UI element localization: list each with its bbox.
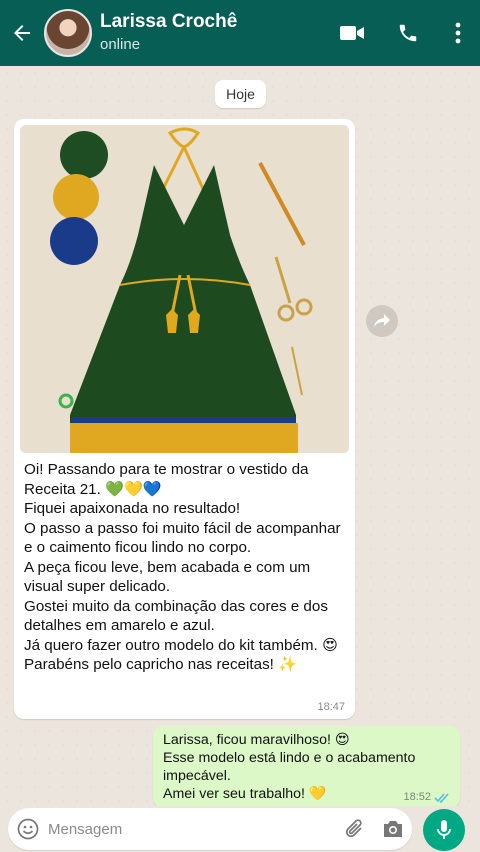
forward-button[interactable] [366, 305, 398, 337]
date-divider: Hoje [215, 80, 266, 108]
crochet-dress-photo[interactable] [20, 125, 349, 453]
camera-icon [384, 821, 402, 837]
mic-icon [437, 820, 451, 839]
attach-button[interactable] [336, 808, 374, 850]
voice-call-button[interactable] [380, 0, 436, 66]
incoming-message-text: Oi! Passando para te mostrar o vestido d… [24, 461, 341, 673]
back-button[interactable] [0, 0, 44, 66]
message-input-bar [0, 806, 480, 852]
contact-status: online [100, 36, 141, 53]
more-vert-icon [455, 22, 461, 44]
video-call-button[interactable] [324, 0, 380, 66]
forward-icon [374, 314, 390, 327]
message-input-container [8, 808, 412, 850]
outgoing-message[interactable]: Larissa, ficou maravilhoso! 😍 Esse model… [153, 726, 460, 808]
message-input[interactable] [48, 820, 336, 838]
outgoing-message-time: 18:52 [403, 791, 431, 803]
contact-info[interactable]: Larissa Crochê online [100, 11, 324, 55]
chat-area[interactable]: Hoje Oi! Passando para te mostrar o vest… [0, 66, 480, 808]
video-call-icon [340, 26, 364, 40]
camera-button[interactable] [374, 808, 412, 850]
contact-name: Larissa Crochê [100, 11, 238, 32]
back-arrow-icon [14, 25, 30, 41]
more-options-button[interactable] [436, 0, 480, 66]
incoming-message[interactable]: Oi! Passando para te mostrar o vestido d… [14, 119, 355, 719]
emoji-button[interactable] [8, 808, 48, 850]
emoji-icon [17, 818, 39, 840]
chat-header: Larissa Crochê online [0, 0, 480, 66]
outgoing-message-meta: 18:52 [403, 791, 450, 803]
incoming-message-time: 18:47 [317, 701, 345, 713]
double-check-read-icon [434, 792, 449, 803]
avatar[interactable] [44, 9, 92, 57]
phone-icon [399, 24, 417, 42]
mic-button[interactable] [423, 809, 465, 851]
attach-icon [345, 819, 362, 838]
